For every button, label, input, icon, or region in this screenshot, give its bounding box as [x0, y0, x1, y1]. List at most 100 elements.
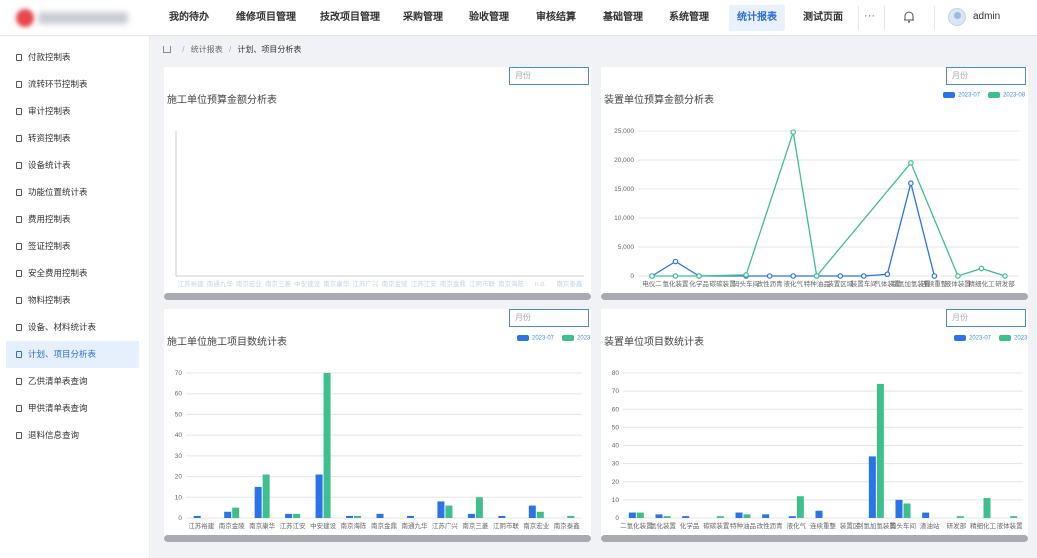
- x-tick-label: 江苏江安: [411, 279, 438, 288]
- bar: [406, 515, 414, 518]
- y-tick-label: 50: [175, 411, 183, 418]
- chart-svg: 0 10 20 30 40 50 60 70 80 二氢化装置氢化装置 化学品 碳碳装置 特种油品 改性沥…: [612, 370, 1024, 530]
- x-tick-label: 南京康华: [323, 279, 350, 288]
- data-point: [1002, 273, 1008, 279]
- chart-panel-unit-count: 月份 装置单位项目数统计表 2023-072023-08 01020304050…: [601, 309, 1028, 542]
- data-point: [813, 273, 820, 279]
- menu-item[interactable]: 我的待办: [159, 0, 219, 36]
- document-icon: [16, 324, 22, 331]
- menu-item[interactable]: 维修项目管理: [228, 0, 304, 36]
- y-tick-label: 70: [175, 370, 183, 377]
- logo-text-blurred: [38, 12, 128, 24]
- sidebar-item[interactable]: 设备、材料统计表: [6, 314, 139, 341]
- menu-item[interactable]: 系统管理: [663, 0, 715, 36]
- sidebar-item-label: 退料信息查询: [28, 430, 80, 440]
- sidebar-item[interactable]: 转资控制表: [6, 125, 139, 152]
- menu-item[interactable]: 统计报表: [729, 5, 785, 31]
- menu-item[interactable]: 审核结算: [530, 0, 582, 36]
- y-tick-label: 40: [612, 443, 620, 450]
- x-tick-label: 精细化工: [970, 521, 997, 530]
- sidebar-item-label: 安全费用控制表: [28, 268, 88, 278]
- username-label[interactable]: admin: [973, 0, 1000, 36]
- y-tick-label: 60: [175, 391, 183, 398]
- y-tick-label: 80: [612, 370, 620, 377]
- menu-item[interactable]: 基础管理: [597, 0, 649, 36]
- data-point: [837, 273, 844, 279]
- y-tick-label: 25,000: [614, 128, 634, 135]
- chart-scrollbar[interactable]: [164, 535, 591, 542]
- x-tick-label: 连续重整: [921, 279, 948, 288]
- more-menu-button[interactable]: ···: [864, 0, 875, 36]
- sidebar-item-label: 物料控制表: [28, 295, 71, 305]
- breadcrumb-parent[interactable]: 统计报表: [191, 45, 223, 54]
- y-tick-label: 40: [175, 432, 183, 439]
- x-tick-label: 中安建设: [294, 279, 321, 288]
- sidebar-item[interactable]: 费用控制表: [6, 206, 139, 233]
- breadcrumb-current: 计划、项目分析表: [237, 45, 302, 54]
- x-tick-label: 研发部: [947, 521, 967, 530]
- sidebar-item-label: 费用控制表: [28, 214, 71, 224]
- x-tick-label: 江苏裕建: [188, 521, 215, 530]
- avatar[interactable]: [948, 8, 966, 26]
- x-tick-label: 研发部: [995, 279, 1015, 288]
- menu-item[interactable]: 测试页面: [797, 0, 849, 36]
- sidebar-item[interactable]: 设备统计表: [6, 152, 139, 179]
- data-point: [908, 180, 914, 187]
- x-tick-label: 特种油品: [804, 279, 830, 288]
- sidebar-item[interactable]: 退料信息查询: [6, 422, 139, 449]
- bar: [815, 510, 823, 518]
- x-tick-label: 装置车间: [851, 279, 877, 288]
- sidebar-item-label: 转资控制表: [28, 133, 71, 143]
- menu-item[interactable]: 技改项目管理: [312, 0, 388, 36]
- x-tick-label: 南京海陈: [498, 279, 524, 288]
- y-tick-label: 30: [612, 461, 620, 468]
- chart-svg: 010203040506070江苏裕建 南京金陵 南京康华 江苏江安 中安建设 南京海陈南…: [175, 370, 582, 530]
- sidebar-item[interactable]: 安全费用控制表: [6, 260, 139, 287]
- x-tick-label: 南京金陵: [219, 521, 246, 530]
- sidebar-item[interactable]: 功能位置统计表: [6, 179, 139, 206]
- bar: [475, 497, 483, 518]
- x-tick-label: 氢化装置: [650, 521, 677, 530]
- sidebar-item[interactable]: 付款控制表: [6, 44, 139, 71]
- document-icon: [16, 351, 22, 358]
- bar: [445, 505, 453, 518]
- data-point: [766, 273, 773, 279]
- menu-item[interactable]: 验收管理: [463, 0, 515, 36]
- x-tick-label: 南京金鼎: [371, 521, 397, 530]
- sidebar-item[interactable]: 甲供清单表查询: [6, 395, 139, 422]
- logo-mark: [16, 9, 34, 27]
- bar: [467, 513, 475, 518]
- document-icon: [16, 135, 22, 142]
- x-tick-label: 中安建设: [310, 521, 337, 530]
- series-line: [652, 131, 1006, 278]
- chart-scrollbar[interactable]: [601, 535, 1028, 542]
- document-icon: [16, 297, 22, 304]
- bar: [536, 511, 544, 518]
- y-tick-label: 0: [178, 515, 182, 522]
- bar: [315, 474, 323, 518]
- bar: [735, 512, 743, 518]
- bar: [868, 456, 876, 518]
- x-tick-label: 氢化装置: [663, 279, 690, 288]
- sidebar-item[interactable]: 物料控制表: [6, 287, 139, 314]
- bar: [796, 496, 804, 518]
- bell-icon[interactable]: [902, 10, 916, 24]
- data-point: [908, 160, 914, 166]
- bar: [437, 501, 445, 518]
- chart-scrollbar[interactable]: [164, 293, 591, 300]
- sidebar-item[interactable]: 乙供清单表查询: [6, 368, 139, 395]
- x-tick-label: 南京金鼎: [440, 279, 466, 288]
- sidebar-item[interactable]: 审计控制表: [6, 98, 139, 125]
- breadcrumb-separator: /: [182, 45, 185, 54]
- sidebar-item[interactable]: 计划、项目分析表: [6, 341, 139, 368]
- home-icon[interactable]: [163, 46, 171, 53]
- sidebar-item[interactable]: 流转环节控制表: [6, 71, 139, 98]
- chart-scrollbar[interactable]: [601, 293, 1028, 300]
- y-tick-label: 50: [612, 424, 620, 431]
- menu-divider: [934, 6, 935, 30]
- data-point: [790, 273, 797, 279]
- menu-item[interactable]: 采购管理: [397, 0, 449, 36]
- x-tick-label: 液体装置: [997, 521, 1024, 530]
- sidebar-item-label: 功能位置统计表: [28, 187, 88, 197]
- sidebar-item[interactable]: 签证控制表: [6, 233, 139, 260]
